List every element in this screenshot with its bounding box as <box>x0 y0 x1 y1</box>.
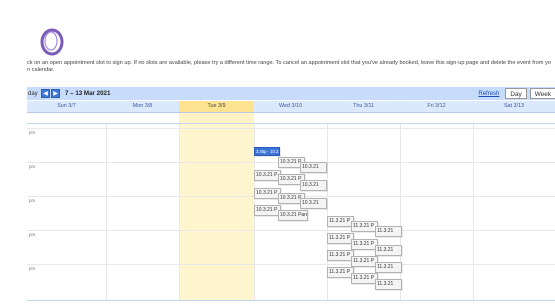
today-column[interactable] <box>179 124 254 300</box>
appointment-slot[interactable]: 11.3.21 <box>375 262 402 273</box>
day-header-6[interactable]: Sat 3/13 <box>473 101 555 112</box>
column-divider <box>179 124 180 300</box>
all-day-row <box>27 113 555 124</box>
all-day-today-cell[interactable] <box>179 113 254 123</box>
time-label: pm <box>29 130 36 135</box>
appointment-slot[interactable]: 11.3.21 <box>375 245 402 256</box>
column-divider <box>400 124 401 300</box>
calendar-toolbar: day ◀ ▶ 7 – 13 Mar 2021 Refresh Day Week <box>27 87 555 100</box>
instructions-line-2: n calendar. <box>27 67 55 74</box>
selected-appointment-slot[interactable]: 3:45p - 10.3.21 Pa <box>254 147 280 156</box>
date-range-label: 7 – 13 Mar 2021 <box>65 90 111 97</box>
appointment-slot[interactable]: 11.3.21 P <box>351 273 378 284</box>
today-button[interactable]: day <box>27 91 40 97</box>
next-week-button[interactable]: ▶ <box>51 89 60 98</box>
appointment-slot[interactable]: 10.3.21 <box>300 180 327 191</box>
day-view-button[interactable]: Day <box>505 88 527 99</box>
ring-logo-icon <box>40 28 64 56</box>
hour-line <box>27 264 555 265</box>
appointment-slot[interactable]: 11.3.21 P <box>351 221 378 232</box>
logo <box>37 28 69 60</box>
refresh-link[interactable]: Refresh <box>478 91 499 97</box>
column-divider <box>473 124 474 300</box>
toolbar-right-group: Refresh Day Week <box>478 88 555 99</box>
grid-bottom-border <box>27 300 555 301</box>
day-header-4[interactable]: Thu 3/11 <box>327 101 400 112</box>
day-header-0[interactable]: Sun 3/7 <box>27 101 106 112</box>
time-label: pm <box>29 164 36 169</box>
time-label: pm <box>29 232 36 237</box>
appointment-slot[interactable]: 11.3.21 P <box>351 256 378 267</box>
appointment-slot[interactable]: 10.3.21 P <box>254 170 281 181</box>
appointment-slot[interactable]: 11.3.21 <box>375 226 402 237</box>
time-label: pm <box>29 266 36 271</box>
instructions-line-1: ck on an open appointment slot to sign u… <box>27 60 551 66</box>
day-header-5[interactable]: Fri 3/12 <box>400 101 473 112</box>
appointment-slot[interactable]: 10.3.21 P <box>254 205 281 216</box>
appointment-slot[interactable]: 11.3.21 P <box>327 250 354 261</box>
week-view-button[interactable]: Week <box>529 88 555 99</box>
appointment-slot[interactable]: 10.3.21 P <box>254 188 281 199</box>
previous-week-button[interactable]: ◀ <box>41 89 50 98</box>
appointment-slot[interactable]: 10.3.21 <box>300 198 327 209</box>
day-header-row: Sun 3/7 Mon 3/8 Tue 3/9 Wed 3/10 Thu 3/11 Fri… <box>27 101 555 113</box>
hour-line <box>27 230 555 231</box>
appointment-slot[interactable]: 10.3.21 <box>300 162 327 173</box>
time-label: pm <box>29 198 36 203</box>
appointment-slot[interactable]: 11.3.21 P <box>327 267 354 278</box>
day-header-1[interactable]: Mon 3/8 <box>106 101 179 112</box>
appointment-slot[interactable]: 11.3.21 P <box>351 239 378 250</box>
day-header-2[interactable]: Tue 3/9 <box>179 101 254 112</box>
appointment-slot[interactable]: 11.3.21 <box>375 279 402 290</box>
appointment-slot[interactable]: 11.3.21 P <box>327 233 354 244</box>
column-divider <box>106 124 107 300</box>
week-grid: pmpmpmpmpm3:45p - 10.3.21 Pa10.3.21 P10.… <box>27 124 555 300</box>
appointment-slot[interactable]: 10.3.21 Parents' <box>278 210 308 221</box>
day-header-3[interactable]: Wed 3/10 <box>254 101 327 112</box>
hour-line <box>27 128 555 129</box>
instructions-text: ck on an open appointment slot to sign u… <box>27 60 555 75</box>
appointment-slot[interactable]: 11.3.21 P <box>327 216 354 227</box>
